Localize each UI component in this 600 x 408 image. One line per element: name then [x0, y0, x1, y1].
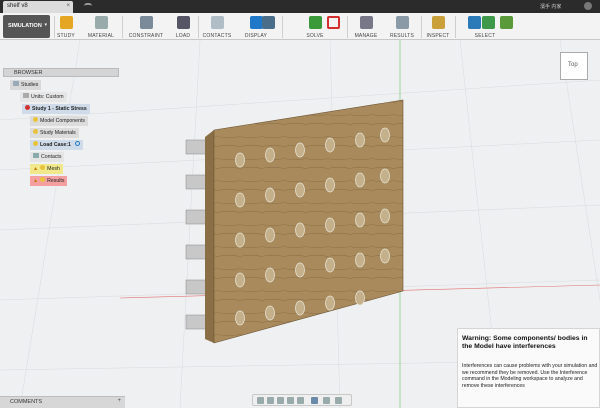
browser-item-results[interactable]: ▲ Results — [30, 176, 68, 186]
constraint-label: CONSTRAINT — [128, 33, 164, 39]
browser-title: BROWSER — [14, 70, 43, 76]
browser-header[interactable]: BROWSER — [3, 68, 119, 77]
load-case-label: Load Case:1 — [40, 142, 71, 148]
warning-dialog: Warning: Some components/ bodies in the … — [457, 328, 600, 408]
comments-panel[interactable]: COMMENTS + — [0, 396, 125, 408]
display-label: DISPLAY — [244, 33, 268, 39]
contacts-node-icon — [33, 153, 39, 158]
redo-icon[interactable] — [84, 3, 92, 9]
target-icon[interactable] — [75, 141, 81, 146]
material-icon — [94, 16, 108, 29]
load-label: LOAD — [175, 33, 191, 39]
comments-title: COMMENTS — [10, 399, 43, 405]
load-button[interactable]: LOAD — [170, 13, 196, 40]
look-at-icon[interactable] — [267, 397, 274, 404]
inspect-label: INSPECT — [426, 33, 450, 39]
bulb-icon — [40, 165, 46, 170]
constraint-icon — [139, 16, 153, 29]
workspace-label: SIMULATION — [8, 23, 42, 29]
results-icon — [395, 16, 409, 29]
workspace-dropdown[interactable]: SIMULATION ▾ — [3, 15, 50, 38]
file-tab[interactable]: shelf v8 × — [3, 1, 73, 13]
study-label: STUDY — [57, 33, 75, 39]
contacts-node-label: Contacts — [41, 154, 62, 160]
results-button[interactable]: RESULTS — [385, 13, 419, 40]
bulb-icon — [33, 129, 38, 134]
solve-label: SOLVE — [306, 33, 324, 39]
inspect-icon — [431, 16, 445, 29]
load-icon — [176, 16, 190, 29]
title-bar: 濱手 内家 — [0, 0, 600, 13]
mesh-label: Mesh — [47, 166, 60, 172]
browser-item-studies[interactable]: Studies — [10, 80, 42, 90]
display-settings-icon[interactable] — [311, 397, 318, 404]
user-label[interactable]: 濱手 内家 — [540, 3, 561, 10]
navigation-bar — [252, 394, 352, 406]
results-label: Results — [47, 178, 65, 184]
browser-item-mesh[interactable]: ▲ Mesh — [30, 164, 63, 174]
material-label: MATERIAL — [87, 33, 115, 39]
bulb-icon — [40, 177, 46, 182]
study-icon — [59, 16, 73, 29]
file-tab-label: shelf v8 — [7, 3, 28, 9]
contacts-label: CONTACTS — [202, 33, 232, 39]
study1-label: Study 1 - Static Stress — [32, 106, 87, 112]
toolbar: SIMULATION ▾ STUDY MATERIAL CONSTRAINT L… — [0, 13, 600, 40]
select-body-icon[interactable] — [500, 16, 513, 29]
select-icon — [468, 16, 481, 29]
pegs — [185, 139, 207, 330]
units-icon — [23, 93, 29, 98]
select-window-icon[interactable] — [482, 16, 495, 29]
inspect-button[interactable]: INSPECT — [423, 13, 453, 40]
browser-item-units[interactable]: Units: Custom — [20, 92, 67, 102]
solve-cancel-icon[interactable] — [327, 16, 340, 29]
display-icon — [249, 16, 263, 29]
browser-item-load-case[interactable]: Load Case:1 — [30, 140, 84, 150]
viewports-icon[interactable] — [335, 397, 342, 404]
warning-icon: ▲ — [33, 166, 39, 172]
bulb-icon — [33, 141, 38, 146]
folder-icon — [13, 81, 19, 86]
viewcube[interactable]: Top — [560, 52, 588, 80]
viewcube-face: Top — [568, 62, 578, 68]
pan-icon[interactable] — [277, 397, 284, 404]
study-button[interactable]: STUDY — [54, 13, 78, 40]
orbit-icon[interactable] — [257, 397, 264, 404]
material-button[interactable]: MATERIAL — [82, 13, 120, 40]
manage-button[interactable]: MANAGE — [349, 13, 383, 40]
manage-label: MANAGE — [354, 33, 378, 39]
shelf-board-side — [205, 130, 214, 343]
results-label: RESULTS — [389, 33, 415, 39]
select-label: SELECT — [474, 33, 496, 39]
add-comment-icon[interactable]: + — [117, 398, 121, 404]
contacts-icon — [210, 16, 224, 29]
bulb-icon — [33, 117, 38, 122]
browser-item-study-materials[interactable]: Study Materials — [30, 128, 79, 138]
units-label: Units: Custom — [31, 94, 64, 100]
solve-icon — [308, 16, 322, 29]
warning-body: Interferences can cause problems with yo… — [462, 363, 598, 389]
fit-icon[interactable] — [297, 397, 304, 404]
shelf-board — [213, 99, 404, 344]
manage-icon — [359, 16, 373, 29]
warning-title: Warning: Some components/ bodies in the … — [462, 335, 588, 350]
warning-icon: ▲ — [33, 178, 39, 184]
grid-settings-icon[interactable] — [323, 397, 330, 404]
zoom-icon[interactable] — [287, 397, 294, 404]
study-materials-label: Study Materials — [40, 130, 76, 136]
browser-item-study1[interactable]: Study 1 - Static Stress — [22, 104, 90, 114]
constraint-button[interactable]: CONSTRAINT — [124, 13, 168, 40]
browser-panel: BROWSER Studies Units: Custom Study 1 - … — [0, 68, 122, 186]
browser-item-model-components[interactable]: Model Components — [30, 116, 88, 126]
browser-item-contacts[interactable]: Contacts — [30, 152, 65, 162]
studies-label: Studies — [21, 82, 39, 88]
close-tab-icon[interactable]: × — [66, 3, 70, 9]
chevron-down-icon: ▾ — [44, 22, 47, 28]
model-components-label: Model Components — [40, 118, 85, 124]
error-icon — [25, 105, 30, 110]
help-icon[interactable] — [584, 2, 592, 10]
display-icon-2[interactable] — [262, 16, 275, 29]
contacts-button[interactable]: CONTACTS — [200, 13, 234, 40]
